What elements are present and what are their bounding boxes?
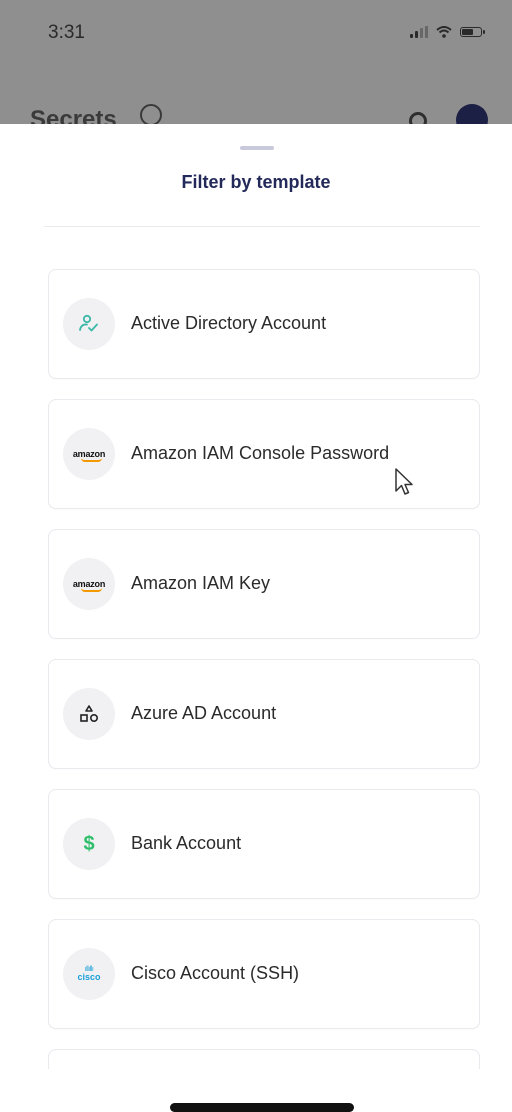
sheet-title: Filter by template (181, 172, 331, 192)
amazon-logo-icon: amazon (63, 428, 115, 480)
dollar-icon: $ (63, 818, 115, 870)
user-check-icon (63, 298, 115, 350)
template-item-label: Active Directory Account (131, 313, 327, 333)
divider (44, 226, 480, 227)
cisco-logo-icon: ıllıllı cisco (63, 948, 115, 1000)
template-item-amazon-key[interactable]: amazon Amazon IAM Key (48, 529, 480, 639)
template-item-active-directory[interactable]: Active Directory Account (48, 269, 480, 379)
template-list: Active Directory Account amazon Amazon I… (48, 269, 480, 1069)
template-item-cisco-ssh[interactable]: ıllıllı cisco Cisco Account (SSH) (48, 919, 480, 1029)
shapes-icon (63, 688, 115, 740)
template-item-bank-account[interactable]: $ Bank Account (48, 789, 480, 899)
home-indicator[interactable] (170, 1103, 354, 1112)
template-item-label: Bank Account (131, 833, 242, 853)
status-icons (410, 26, 485, 38)
signal-icon (410, 26, 428, 38)
amazon-logo-icon: amazon (63, 558, 115, 610)
add-icon (140, 104, 162, 126)
template-item-label: Cisco Account (SSH) (131, 963, 300, 983)
template-item-label: Amazon IAM Console Password (131, 443, 390, 463)
template-item-label: Azure AD Account (131, 703, 277, 723)
status-time: 3:31 (48, 22, 85, 43)
template-item-partial[interactable] (48, 1049, 480, 1069)
wifi-icon (436, 26, 452, 38)
background-screen: 3:31 Secrets (0, 0, 512, 136)
filter-sheet: Filter by template Active Directory Acco… (0, 124, 512, 1112)
battery-icon (460, 27, 485, 37)
template-item-azure-ad[interactable]: Azure AD Account (48, 659, 480, 769)
mouse-cursor-icon (395, 468, 413, 495)
template-item-label: Amazon IAM Key (131, 573, 271, 593)
sheet-grabber-handle[interactable] (240, 146, 274, 150)
